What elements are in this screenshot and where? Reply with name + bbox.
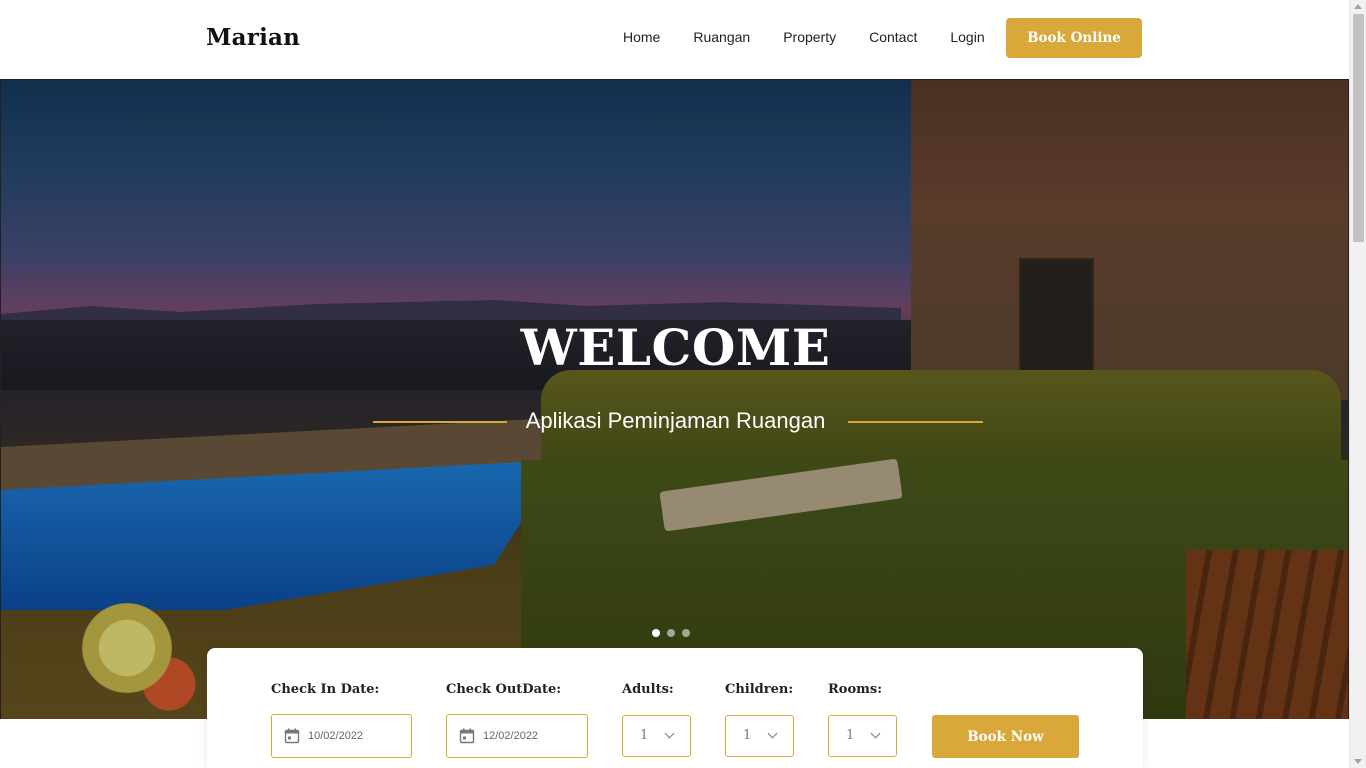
- adults-value: 1: [640, 728, 649, 743]
- adults-label: Adults:: [622, 682, 674, 697]
- site-header: Marian Home Ruangan Property Contact Log…: [0, 0, 1349, 79]
- nav-link-contact[interactable]: Contact: [869, 29, 917, 45]
- children-select[interactable]: 1: [725, 715, 794, 757]
- rooms-label: Rooms:: [828, 682, 883, 697]
- chevron-down-icon: [664, 728, 675, 739]
- check-in-date-input[interactable]: 10/02/2022: [271, 714, 412, 758]
- nav-link-property[interactable]: Property: [783, 29, 836, 45]
- carousel-dot-2[interactable]: [667, 629, 675, 637]
- check-out-label: Check OutDate:: [446, 682, 562, 697]
- chevron-down-icon: [870, 728, 881, 739]
- carousel-dot-3[interactable]: [682, 629, 690, 637]
- check-in-value: 10/02/2022: [308, 730, 364, 742]
- main-nav: Home Ruangan Property Contact Login: [623, 29, 1018, 45]
- hero-title: WELCOME: [520, 318, 831, 377]
- nav-link-ruangan[interactable]: Ruangan: [693, 29, 750, 45]
- adults-select[interactable]: 1: [622, 715, 691, 757]
- scroll-down-arrow-icon[interactable]: [1354, 759, 1362, 764]
- rooms-value: 1: [846, 728, 855, 743]
- children-value: 1: [743, 728, 752, 743]
- page-scrollbar[interactable]: [1349, 0, 1366, 768]
- carousel-dots: [652, 629, 690, 637]
- scrollbar-thumb[interactable]: [1353, 14, 1364, 242]
- book-online-button[interactable]: Book Online: [1006, 18, 1142, 58]
- hero-banner: WELCOME Aplikasi Peminjaman Ruangan: [0, 79, 1349, 719]
- nav-link-login[interactable]: Login: [950, 29, 984, 45]
- check-out-date-input[interactable]: 12/02/2022: [446, 714, 588, 758]
- booking-form: Check In Date: 10/02/2022 Check OutDate:…: [207, 648, 1143, 768]
- carousel-dot-1[interactable]: [652, 629, 660, 637]
- hero-overlay: [1, 80, 1348, 719]
- scroll-up-arrow-icon[interactable]: [1354, 4, 1362, 9]
- site-logo[interactable]: Marian: [206, 24, 300, 51]
- calendar-icon: [459, 728, 475, 744]
- rooms-select[interactable]: 1: [828, 715, 897, 757]
- nav-link-home[interactable]: Home: [623, 29, 660, 45]
- calendar-icon: [284, 728, 300, 744]
- check-in-label: Check In Date:: [271, 682, 380, 697]
- subtitle-divider-right: [848, 421, 983, 423]
- check-out-value: 12/02/2022: [483, 730, 539, 742]
- book-now-button[interactable]: Book Now: [932, 715, 1079, 758]
- children-label: Children:: [725, 682, 794, 697]
- hero-subtitle: Aplikasi Peminjaman Ruangan: [525, 408, 826, 433]
- chevron-down-icon: [767, 728, 778, 739]
